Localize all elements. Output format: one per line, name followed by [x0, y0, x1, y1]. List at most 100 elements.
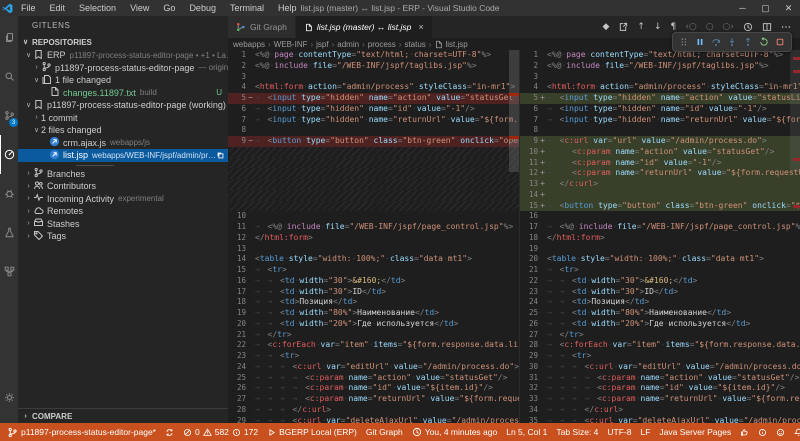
code-line-1[interactable]: 1<%@·page·contentType="text/html;·charse…	[228, 50, 519, 61]
code-line-13[interactable]: 13	[228, 244, 519, 255]
statusbar-git-graph-status[interactable]: Git Graph	[366, 427, 403, 437]
code-line-2[interactable]: 2<%@·include·file="/WEB-INF/jspf/taglibs…	[520, 61, 800, 72]
code-line-17[interactable]: 17→<%@·include·file="/WEB-INF/jspf/page_…	[520, 222, 800, 233]
tree-item-contributors[interactable]: ›Contributors	[18, 180, 228, 193]
code-line-25[interactable]: 25→→<td·width="80%">Наименование</td>	[520, 308, 800, 319]
code-line-4[interactable]: 4<html:form·action="admin/process"·style…	[520, 82, 800, 93]
breadcrumb-item[interactable]: WEB-INF	[274, 40, 308, 49]
menu-terminal[interactable]: Terminal	[223, 3, 271, 13]
activity-search[interactable]	[0, 57, 18, 96]
code-line-5[interactable]: 5+→<input·type="hidden"·name="action"·va…	[520, 93, 800, 104]
diff-pane-original[interactable]: 1<%@·page·contentType="text/html;·charse…	[228, 50, 520, 423]
code-line-10[interactable]: 10	[228, 211, 519, 222]
gitlens-diamond-icon[interactable]: ◆	[602, 23, 609, 32]
code-line-33[interactable]: 33→→→→<c:param·name="returnUrl"·value="$…	[520, 394, 800, 405]
statusbar-branch-indicator[interactable]: p11897-process-status-editor-page*	[7, 427, 156, 438]
code-line-22[interactable]: 22→<c:forEach·var="item"·items="${form.r…	[228, 340, 519, 351]
tree-item-1-file-changed[interactable]: ∨1 file changed	[18, 74, 228, 87]
tree-item-incoming-activity[interactable]: ›Incoming Activityexperimental	[18, 193, 228, 206]
compare-section-header[interactable]: › COMPARE	[18, 408, 228, 423]
code-line-11[interactable]: 11→<%@·include·file="/WEB-INF/jspf/page_…	[228, 222, 519, 233]
menu-help[interactable]: Help	[271, 3, 304, 13]
code-line-17[interactable]: 17→→<td·width="30">ID</td>	[228, 287, 519, 298]
menu-selection[interactable]: Selection	[72, 3, 123, 13]
menu-go[interactable]: Go	[156, 3, 182, 13]
diff-pane-modified[interactable]: 1<%@·page·contentType="text/html;·charse…	[520, 50, 800, 423]
code-line-22[interactable]: 22→→<td·width="30">&#160;</td>	[520, 276, 800, 287]
code-line-15[interactable]: 15+→<button·type="button"·class="btn-gre…	[520, 201, 800, 212]
code-line-28[interactable]: 28→<c:forEach·var="item"·items="${form.r…	[520, 340, 800, 351]
code-line-26[interactable]: 26→→→→<c:param·name="id"·value="${item.i…	[228, 383, 519, 394]
code-line-2[interactable]: 2<%@·include·file="/WEB-INF/jspf/taglibs…	[228, 61, 519, 72]
activity-gitlens[interactable]	[0, 135, 18, 174]
repositories-section-header[interactable]: ∨ REPOSITORIES	[18, 35, 228, 49]
code-line-5[interactable]: 5−→<input·type="hidden"·name="action"·va…	[228, 93, 519, 104]
scrollbar[interactable]	[790, 50, 800, 172]
code-line-3[interactable]: 3	[520, 72, 800, 83]
code-line-7[interactable]: 7→<input·type="hidden"·name="returnUrl"·…	[520, 115, 800, 126]
code-line-6[interactable]: 6→<input·type="hidden"·name="id"·value="…	[520, 104, 800, 115]
code-line-21[interactable]: 21→<tr>	[520, 265, 800, 276]
split-editor-icon[interactable]	[762, 22, 772, 32]
revision-dot-icon[interactable]: ○	[706, 23, 714, 32]
code-line-12[interactable]: 12</html:form>	[228, 233, 519, 244]
code-line-19[interactable]: 19	[520, 244, 800, 255]
code-line-29[interactable]: 29→→<tr>	[520, 351, 800, 362]
tree-item-erp[interactable]: ∨ERPp11897-process-status-editor-page • …	[18, 49, 228, 62]
statusbar-tweet-feedback[interactable]	[776, 428, 785, 437]
code-line-8[interactable]: 8	[228, 125, 519, 136]
code-line-28[interactable]: 28→→→</c:url>	[228, 405, 519, 416]
breadcrumb-item[interactable]: status	[404, 40, 425, 49]
tree-item-2-files-changed[interactable]: ∨2 files changed	[18, 124, 228, 137]
code-line-8[interactable]: 8	[520, 125, 800, 136]
tree-item-changes-11897-txt[interactable]: changes.11897.txtbuildU	[18, 87, 228, 100]
code-line-3[interactable]: 3	[228, 72, 519, 83]
activity-test[interactable]	[0, 213, 18, 252]
activity-git-graph[interactable]	[0, 252, 18, 291]
tab-git-graph[interactable]: Git Graph	[228, 16, 296, 38]
code-line-16[interactable]: 16	[520, 211, 800, 222]
tree-item-remotes[interactable]: ›Remotes	[18, 205, 228, 218]
code-line-9[interactable]: 9+→<c:url·var="url"·value="/admin/proces…	[520, 136, 800, 147]
statusbar-indentation[interactable]: Tab Size: 4	[556, 427, 598, 437]
code-line-26[interactable]: 26→→<td·width="20%">Где·используется</td…	[520, 319, 800, 330]
tab-list-jsp-master-list-jsp[interactable]: list.jsp (master) ↔ list.jsp×	[296, 16, 433, 38]
code-line-24[interactable]: 24→→<td>Позиция</td>	[520, 297, 800, 308]
code-line-9[interactable]: 9−→<button·type="button"·class="btn-gree…	[228, 136, 519, 147]
statusbar-eol[interactable]: LF	[641, 427, 651, 437]
menu-file[interactable]: File	[14, 3, 43, 13]
code-line-21[interactable]: 21→</tr>	[228, 330, 519, 341]
tree-item-tags[interactable]: ›Tags	[18, 230, 228, 243]
restart-icon[interactable]	[759, 37, 769, 47]
clock-icon[interactable]	[743, 22, 753, 32]
code-line-23[interactable]: 23→→<td·width="30">ID</td>	[520, 287, 800, 298]
code-line-14[interactable]: 14+	[520, 190, 800, 201]
statusbar-feedback[interactable]	[740, 428, 749, 437]
code-line-29[interactable]: 29→→→<c:url·var="deleteAjaxUrl"·value="/…	[228, 416, 519, 424]
more-actions-icon[interactable]	[781, 22, 791, 32]
menu-edit[interactable]: Edit	[43, 3, 73, 13]
statusbar-cursor-position[interactable]: Ln 5, Col 1	[506, 427, 547, 437]
statusbar-language-mode[interactable]: Java Server Pages	[659, 427, 731, 437]
window-maximize-button[interactable]: ▢	[754, 0, 777, 16]
activity-settings[interactable]	[0, 378, 18, 417]
menu-debug[interactable]: Debug	[182, 3, 223, 13]
statusbar-notifications[interactable]	[794, 428, 800, 437]
step-out-icon[interactable]	[743, 37, 753, 47]
code-line-14[interactable]: 14<table·style="width:·100%;"·class="dat…	[228, 254, 519, 265]
menu-view[interactable]: View	[123, 3, 156, 13]
activity-run-debug[interactable]	[0, 174, 18, 213]
breadcrumb-item[interactable]: jspf	[316, 40, 328, 49]
code-line-35[interactable]: 35→→→<c:url·var="deleteAjaxUrl"·value="/…	[520, 416, 800, 424]
tree-item-1-commit[interactable]: ›1 commit	[18, 112, 228, 125]
tree-item-stashes[interactable]: ›Stashes	[18, 218, 228, 231]
code-line-16[interactable]: 16→→<td·width="30">&#160;</td>	[228, 276, 519, 287]
arrow-up-icon[interactable]: ↑	[637, 23, 645, 32]
stop-icon[interactable]	[775, 37, 785, 47]
open-changes-icon[interactable]	[618, 22, 628, 32]
code-line-20[interactable]: 20<table·style="width:·100%;"·class="dat…	[520, 254, 800, 265]
pilcrow-icon[interactable]: ¶	[671, 23, 677, 32]
next-revision-icon[interactable]: ○›	[723, 23, 734, 32]
statusbar-launch-config[interactable]: BGERP Local (ERP)	[267, 427, 357, 437]
code-line-18[interactable]: 18→→<td>Позиция</td>	[228, 297, 519, 308]
